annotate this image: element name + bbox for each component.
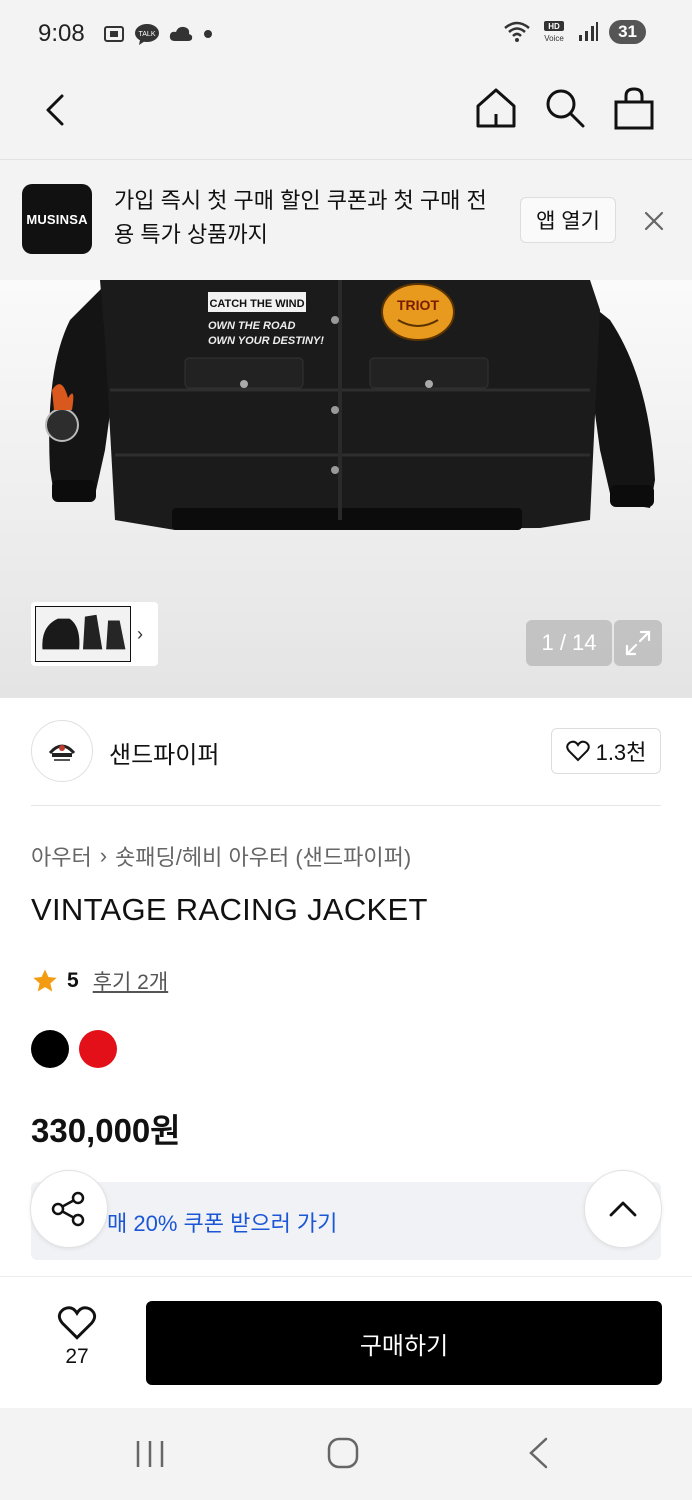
- chevron-right-icon: ›: [99, 843, 108, 868]
- shopping-bag-icon[interactable]: [612, 86, 656, 130]
- product-image: CATCH THE WIND OWN THE ROAD OWN YOUR DES…: [45, 280, 655, 530]
- product-title: VINTAGE RACING JACKET: [31, 892, 428, 927]
- heart-icon: [57, 1306, 97, 1340]
- wifi-icon: [504, 21, 530, 42]
- hd-voice-icon: HD Voice: [544, 21, 564, 43]
- status-system-icons: HD Voice 31: [503, 20, 646, 44]
- svg-text:OWN THE ROAD: OWN THE ROAD: [208, 320, 295, 332]
- color-swatch-black[interactable]: [31, 1030, 69, 1068]
- brand-like-count: 1.3천: [595, 740, 647, 765]
- svg-text:CATCH THE WIND: CATCH THE WIND: [209, 298, 304, 310]
- heart-icon: [565, 740, 590, 762]
- signal-icon: [579, 22, 599, 41]
- share-icon: [51, 1191, 85, 1227]
- wish-button[interactable]: 27: [46, 1305, 108, 1369]
- open-app-button[interactable]: 앱 열기: [520, 197, 616, 243]
- back-button-icon[interactable]: [526, 1436, 550, 1470]
- brand-row: 샌드파이퍼 1.3천: [31, 698, 661, 806]
- product-image-gallery[interactable]: CATCH THE WIND OWN THE ROAD OWN YOUR DES…: [0, 280, 692, 698]
- rating: 5 후기 2개: [31, 966, 168, 996]
- color-swatch-red[interactable]: [79, 1030, 117, 1068]
- home-icon[interactable]: [474, 86, 518, 130]
- brand-logo[interactable]: [31, 720, 93, 782]
- breadcrumb-subcategory[interactable]: 숏패딩/헤비 아우터 (샌드파이퍼): [115, 840, 411, 872]
- cloud-icon: [169, 26, 193, 41]
- brand-like-button[interactable]: 1.3천: [551, 728, 661, 774]
- android-nav-bar: [0, 1408, 692, 1500]
- home-button-icon[interactable]: [326, 1436, 360, 1470]
- star-icon: [33, 969, 57, 992]
- brand-logo-icon: [48, 744, 76, 761]
- scroll-top-button[interactable]: [584, 1170, 662, 1248]
- close-icon[interactable]: [643, 210, 665, 232]
- brand-name[interactable]: 샌드파이퍼: [109, 735, 219, 770]
- banner-message: 가입 즉시 첫 구매 할인 쿠폰과 첫 구매 전용 특가 상품까지: [114, 188, 487, 247]
- top-nav: [0, 70, 692, 160]
- screenshot-icon: [104, 26, 124, 42]
- buy-button[interactable]: 구매하기: [146, 1301, 662, 1385]
- back-arrow-icon[interactable]: [36, 90, 76, 130]
- app-install-banner: MUSINSA 가입 즉시 첫 구매 할인 쿠폰과 첫 구매 전용 특가 상품까…: [0, 160, 692, 280]
- color-swatches: [31, 1030, 117, 1068]
- svg-text:HD: HD: [548, 22, 560, 31]
- svg-text:TRIOT: TRIOT: [397, 297, 439, 313]
- search-icon[interactable]: [543, 86, 587, 130]
- svg-text:Voice: Voice: [544, 34, 564, 43]
- musinsa-logo: MUSINSA: [22, 184, 92, 254]
- expand-button[interactable]: [614, 620, 662, 666]
- review-link[interactable]: 후기 2개: [93, 966, 168, 996]
- coupon-bar[interactable]: 매 20% 쿠폰 받으러 가기: [31, 1182, 661, 1260]
- share-button[interactable]: [30, 1170, 108, 1248]
- expand-icon: [625, 630, 651, 656]
- coupon-text[interactable]: 매 20% 쿠폰 받으러 가기: [107, 1206, 337, 1238]
- rating-score: 5: [67, 969, 79, 992]
- purchase-bar: 27 구매하기: [0, 1276, 692, 1408]
- wish-count: 27: [65, 1345, 89, 1368]
- svg-text:TALK: TALK: [139, 31, 156, 38]
- breadcrumb: 아우터 › 숏패딩/헤비 아우터 (샌드파이퍼): [31, 840, 411, 872]
- product-thumbnail[interactable]: [35, 606, 131, 662]
- product-price: 330,000원: [31, 1112, 181, 1149]
- svg-text:OWN YOUR DESTINY!: OWN YOUR DESTINY!: [208, 335, 324, 347]
- breadcrumb-category[interactable]: 아우터: [31, 840, 92, 872]
- battery-level: 31: [609, 20, 646, 44]
- recent-apps-icon[interactable]: [134, 1438, 166, 1470]
- dot-icon: [204, 30, 212, 38]
- image-counter: 1 / 14: [526, 620, 612, 666]
- status-bar: 9:08 TALK HD Voice 31: [0, 0, 692, 70]
- status-notification-icons: TALK: [102, 22, 214, 46]
- thumbnail-strip[interactable]: ›: [31, 602, 158, 666]
- talk-icon: TALK: [135, 24, 159, 45]
- chevron-up-icon: [609, 1201, 637, 1217]
- chevron-right-icon[interactable]: ›: [137, 624, 143, 645]
- status-time: 9:08: [38, 20, 85, 47]
